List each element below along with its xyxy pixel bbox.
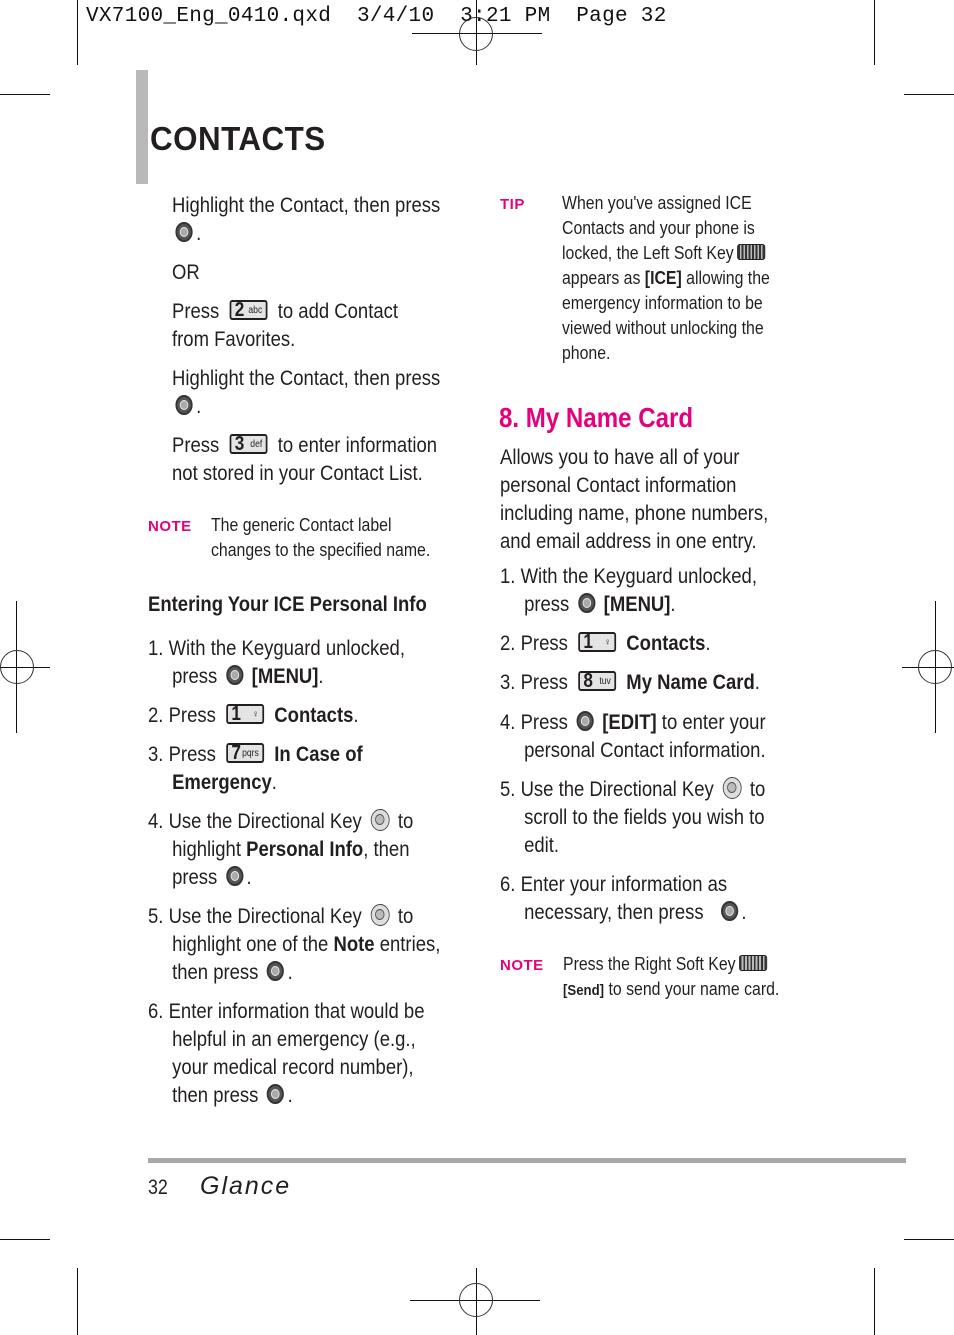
right-step-6: 6. Enter your information as necessary, … xyxy=(500,872,747,924)
directional-key-icon xyxy=(722,777,742,800)
note-text: The generic Contact label changes to the … xyxy=(211,515,431,560)
paragraph-highlight-2: Highlight the Contact, then press . xyxy=(172,366,441,418)
subheading-ice-personal-info: Entering Your ICE Personal Info xyxy=(148,592,427,616)
registration-mark xyxy=(0,650,34,684)
directional-key-icon xyxy=(370,809,390,832)
ok-key-icon xyxy=(267,961,285,982)
ok-key-icon xyxy=(576,711,594,732)
ok-key-icon xyxy=(267,1084,285,1105)
registration-mark xyxy=(918,650,952,684)
left-step-4: 4. Use the Directional Key to highlight … xyxy=(148,809,414,889)
print-slug: VX7100_Eng_0410.qxd 3/4/10 3:21 PM Page … xyxy=(86,5,667,28)
page-title: CONTACTS xyxy=(150,120,326,157)
or-text: OR xyxy=(172,260,200,284)
directional-key-icon xyxy=(370,904,390,927)
registration-mark xyxy=(459,1283,493,1317)
crop-mark xyxy=(874,1268,875,1335)
note-text: Press the Right Soft Key [Send] to send … xyxy=(563,954,780,999)
brand-logo: Glance xyxy=(200,1172,292,1200)
crop-mark xyxy=(77,0,78,65)
right-step-5: 5. Use the Directional Key to scroll to … xyxy=(500,777,766,857)
key-7-icon: 7 pqrs xyxy=(226,742,264,764)
key-1-icon: 1 ♀ xyxy=(226,703,264,725)
ok-key-icon xyxy=(225,866,244,887)
left-soft-key-icon xyxy=(737,244,766,261)
note-label: NOTE xyxy=(148,518,192,535)
crop-mark xyxy=(874,0,875,65)
paragraph-press-2: Press 2 abc to add Contact from Favorites… xyxy=(172,299,399,351)
left-step-6: 6. Enter information that would be helpf… xyxy=(148,999,425,1107)
right-step-4: 4. Press [EDIT] to enter your personal C… xyxy=(500,710,766,762)
key-1-icon: 1 ♀ xyxy=(578,631,616,653)
tip-label: TIP xyxy=(500,196,525,213)
page-number: 32 xyxy=(148,1176,168,1199)
ok-key-icon xyxy=(175,395,193,416)
right-soft-key-icon xyxy=(739,955,768,972)
paragraph-press-3: Press 3 def to enter information not stor… xyxy=(172,433,438,485)
left-step-1: 1. With the Keyguard unlocked, press [ME… xyxy=(148,636,405,688)
left-step-3: 3. Press 7 pqrs In Case of Emergency. xyxy=(148,742,363,794)
key-2-icon: 2 abc xyxy=(229,299,268,321)
right-step-1: 1. With the Keyguard unlocked, press [ME… xyxy=(500,564,757,616)
ok-key-icon xyxy=(720,901,738,922)
title-accent-bar xyxy=(136,70,148,184)
crop-mark xyxy=(0,1239,50,1240)
crop-mark xyxy=(77,1268,78,1335)
tip-text: When you've assigned ICE Contacts and yo… xyxy=(562,193,770,363)
crop-mark xyxy=(904,1239,954,1240)
intro-paragraph: Allows you to have all of your personal … xyxy=(500,445,769,553)
ok-key-icon xyxy=(225,665,244,686)
crop-mark xyxy=(0,94,50,95)
right-step-3: 3. Press 8 tuv My Name Card. xyxy=(500,670,760,694)
key-3-icon: 3 def xyxy=(229,433,268,455)
ok-key-icon xyxy=(175,222,193,243)
paragraph-highlight-1: Highlight the Contact, then press . xyxy=(172,193,441,245)
left-step-2: 2. Press 1 ♀ Contacts. xyxy=(148,703,359,727)
note-label: NOTE xyxy=(500,957,544,974)
right-step-2: 2. Press 1 ♀ Contacts. xyxy=(500,631,711,655)
ok-key-icon xyxy=(577,593,596,614)
section-heading-my-name-card: 8. My Name Card xyxy=(499,402,694,433)
key-8-icon: 8 tuv xyxy=(578,670,616,692)
crop-mark xyxy=(904,94,954,95)
footer-rule xyxy=(148,1158,906,1163)
left-step-5: 5. Use the Directional Key to highlight … xyxy=(148,904,441,984)
